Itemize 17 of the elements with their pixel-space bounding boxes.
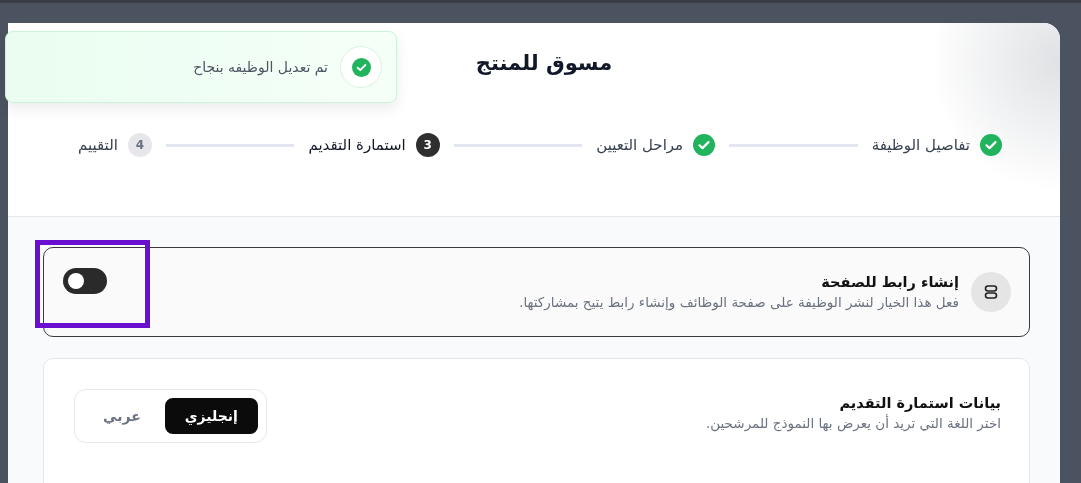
section-title: بيانات استمارة التقديم (838, 395, 1001, 411)
step-label: مراحل التعيين (596, 136, 684, 154)
toggle-switch[interactable] (63, 268, 107, 294)
link-icon (983, 284, 999, 300)
modal-title: مسوق للمنتج (475, 51, 613, 75)
step-number: 4 (127, 133, 152, 157)
option-title: إنشاء رابط للصفحة (820, 274, 959, 290)
step-label: استمارة التقديم (308, 136, 406, 154)
step-label: تفاصيل الوظيفة (871, 136, 970, 154)
check-icon (351, 57, 371, 77)
language-option[interactable]: إنجليزي (164, 398, 258, 434)
language-option[interactable]: عربي (83, 398, 161, 434)
step-number: 3 (415, 133, 440, 157)
section-description: اختر اللغة التي تريد أن يعرض بها النموذج للمرشحين. (705, 415, 1001, 431)
toast-message: تم تعديل الوظيفه بنجاح (193, 59, 328, 75)
option-description: فعل هذا الخيار لنشر الوظيفة على صفحة الوظائف وإنشاء رابط يتيح بمشاركتها. (519, 294, 959, 310)
step-label: التقييم (78, 136, 118, 154)
